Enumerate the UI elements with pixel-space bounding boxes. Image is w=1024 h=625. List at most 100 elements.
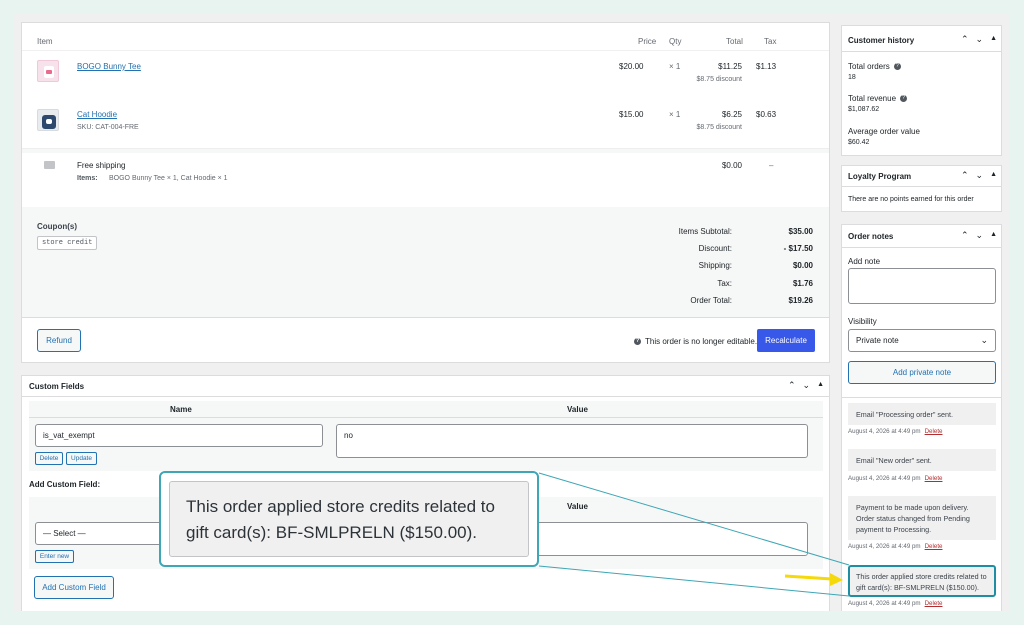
name-column-header: Name — [170, 405, 192, 414]
delete-field-button[interactable]: Delete — [35, 452, 63, 465]
shipping-value: $0.00 — [792, 261, 813, 271]
custom-field-value-textarea[interactable]: no — [336, 424, 808, 458]
col-header-tax: Tax — [764, 37, 777, 46]
item-discount: $8.75 discount — [696, 124, 742, 131]
delete-note-link[interactable]: Delete — [925, 543, 943, 550]
move-up-icon[interactable]: ⌃ — [961, 34, 969, 45]
total-revenue-label: Total revenue — [848, 94, 897, 103]
loyalty-program-panel: Loyalty Program ⌃ ⌄ ▲ There are no point… — [841, 165, 1002, 212]
shipping-items-label: Items: — [77, 175, 98, 182]
aov-value: $60.42 — [848, 139, 870, 146]
product-link[interactable]: BOGO Bunny Tee — [77, 62, 141, 71]
item-qty: × 1 — [669, 62, 681, 71]
discount-value: - $17.50 — [783, 244, 813, 254]
move-down-icon[interactable]: ⌄ — [976, 170, 984, 181]
order-note: Email "Processing order" sent. — [848, 403, 996, 425]
order-total-value: $19.26 — [788, 295, 813, 305]
visibility-label: Visibility — [848, 317, 877, 326]
item-price: $15.00 — [619, 110, 644, 119]
help-icon[interactable]: ? — [900, 95, 908, 102]
shipping-icon — [44, 161, 55, 169]
update-field-button[interactable]: Update — [66, 452, 97, 465]
item-qty: × 1 — [669, 110, 681, 119]
item-tax: $1.13 — [756, 62, 777, 71]
total-revenue-value: $1,087.62 — [848, 106, 880, 113]
product-link[interactable]: Cat Hoodie — [77, 110, 117, 119]
refund-button[interactable]: Refund — [37, 329, 81, 352]
order-note: Payment to be made upon delivery. Order … — [848, 496, 996, 540]
item-total: $11.25 — [718, 62, 742, 71]
callout-text: This order applied store credits related… — [169, 481, 529, 557]
add-custom-field-button[interactable]: Add Custom Field — [34, 576, 114, 599]
delete-note-link[interactable]: Delete — [925, 600, 943, 607]
add-custom-field-label: Add Custom Field: — [29, 480, 101, 489]
collapse-icon[interactable]: ▲ — [990, 231, 997, 241]
total-orders-label: Total orders — [848, 62, 890, 71]
table-divider — [29, 417, 823, 418]
subtotal-label: Items Subtotal: — [678, 227, 732, 236]
visibility-select[interactable]: Private note ⌄ — [848, 329, 996, 352]
collapse-icon[interactable]: ▲ — [990, 35, 997, 45]
visibility-value: Private note — [856, 336, 899, 345]
note-timestamp: August 4, 2026 at 4:49 pm — [848, 600, 921, 607]
order-note: Email "New order" sent. — [848, 449, 996, 471]
move-down-icon[interactable]: ⌄ — [803, 380, 811, 391]
col-header-qty: Qty — [669, 37, 682, 46]
coupons-label: Coupon(s) — [37, 222, 77, 231]
header-divider — [842, 51, 1001, 52]
recalculate-button[interactable]: Recalculate — [757, 329, 815, 352]
actions-divider — [22, 317, 829, 318]
add-private-note-button[interactable]: Add private note — [848, 361, 996, 384]
col-header-item: Item — [37, 37, 53, 46]
move-down-icon[interactable]: ⌄ — [976, 34, 984, 45]
move-up-icon[interactable]: ⌃ — [788, 380, 796, 391]
help-icon[interactable]: ? — [893, 63, 901, 70]
move-up-icon[interactable]: ⌃ — [961, 170, 969, 181]
item-discount: $8.75 discount — [696, 76, 742, 83]
note-timestamp: August 4, 2026 at 4:49 pm — [848, 428, 921, 435]
total-orders-value: 18 — [848, 74, 856, 81]
total-revenue-row: Total revenue ? — [848, 94, 908, 103]
discount-label: Discount: — [698, 244, 732, 254]
order-notes-title: Order notes — [848, 232, 894, 241]
enter-new-button[interactable]: Enter new — [35, 550, 74, 563]
panel-controls: ⌃ ⌄ ▲ — [961, 34, 997, 45]
collapse-icon[interactable]: ▲ — [817, 381, 824, 391]
note-meta: August 4, 2026 at 4:49 pm Delete — [848, 600, 942, 607]
add-note-textarea[interactable] — [848, 268, 996, 304]
custom-field-name-input[interactable]: is_vat_exempt — [35, 424, 323, 447]
header-divider — [842, 186, 1001, 187]
collapse-icon[interactable]: ▲ — [990, 171, 997, 181]
note-meta: August 4, 2026 at 4:49 pm Delete — [848, 428, 942, 435]
shipping-label: Shipping: — [698, 261, 732, 271]
note-meta: August 4, 2026 at 4:49 pm Delete — [848, 475, 942, 482]
shipping-tax: – — [769, 161, 774, 170]
product-thumbnail[interactable] — [37, 109, 59, 131]
highlighted-order-note: This order applied store credits related… — [848, 565, 996, 597]
coupon-tag[interactable]: store credit — [37, 236, 98, 250]
col-header-price: Price — [638, 37, 657, 46]
order-notes-panel: Order notes ⌃ ⌄ ▲ Add note Visibility Pr… — [841, 224, 1002, 611]
custom-fields-title: Custom Fields — [29, 382, 85, 391]
move-down-icon[interactable]: ⌄ — [976, 230, 984, 241]
shipping-total: $0.00 — [721, 161, 742, 170]
note-meta: August 4, 2026 at 4:49 pm Delete — [848, 543, 942, 550]
item-tax: $0.63 — [756, 110, 777, 119]
panel-controls: ⌃ ⌄ ▲ — [788, 380, 824, 391]
chevron-down-icon: ⌄ — [980, 335, 988, 345]
header-divider — [842, 247, 1001, 248]
product-thumbnail[interactable] — [37, 60, 59, 82]
move-up-icon[interactable]: ⌃ — [961, 230, 969, 241]
tax-value: $1.76 — [792, 278, 813, 288]
delete-note-link[interactable]: Delete — [925, 475, 943, 482]
customer-history-title: Customer history — [848, 36, 915, 45]
tax-label: Tax: — [717, 278, 732, 288]
delete-note-link[interactable]: Delete — [925, 428, 943, 435]
add-note-label: Add note — [848, 257, 881, 266]
col-header-total: Total — [726, 37, 743, 46]
loyalty-text: There are no points earned for this orde… — [848, 196, 974, 203]
loyalty-title: Loyalty Program — [848, 172, 912, 181]
header-divider — [22, 50, 829, 51]
not-editable-text: This order is no longer editable. — [645, 337, 758, 346]
total-orders-row: Total orders ? — [848, 62, 901, 71]
